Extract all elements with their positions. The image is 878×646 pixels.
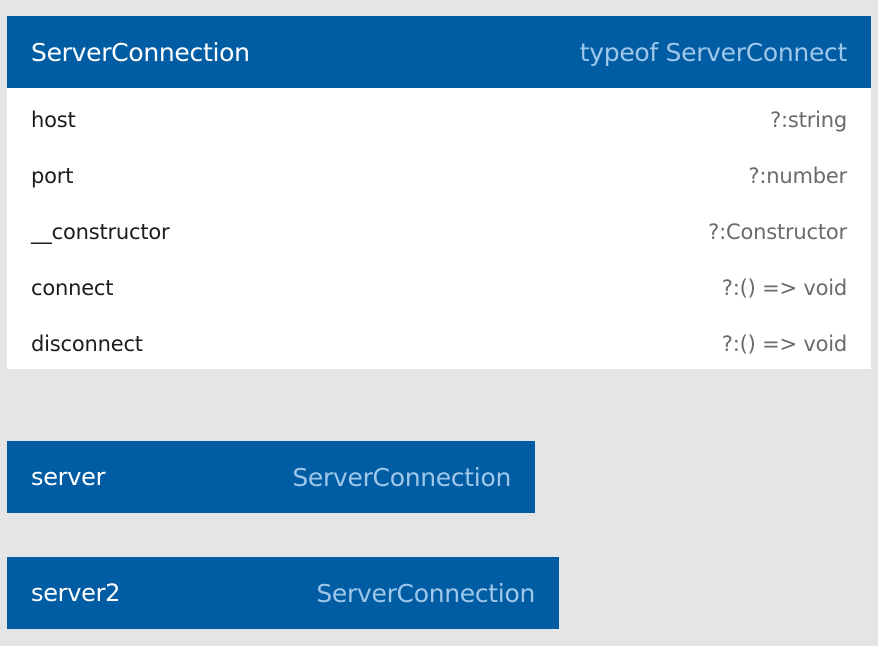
member-name: __constructor [31, 220, 170, 244]
instance-name: server [31, 463, 106, 491]
class-type: typeof ServerConnect [579, 37, 848, 67]
member-type: ?:string [770, 108, 847, 132]
member-name: host [31, 108, 76, 132]
member-name: connect [31, 276, 114, 300]
instance-type: ServerConnection [292, 462, 511, 492]
member-type: ?:Constructor [708, 220, 847, 244]
instance-box-server2: server2 ServerConnection [7, 557, 559, 629]
member-type: ?:() => void [721, 332, 847, 356]
class-name: ServerConnection [31, 37, 250, 67]
member-name: port [31, 164, 74, 188]
member-row-connect: connect ?:() => void [7, 260, 871, 316]
class-header: ServerConnection typeof ServerConnect [7, 16, 871, 88]
instance-box-server: server ServerConnection [7, 441, 535, 513]
member-name: disconnect [31, 332, 143, 356]
member-type: ?:() => void [721, 276, 847, 300]
instance-type: ServerConnection [316, 578, 535, 608]
member-row-disconnect: disconnect ?:() => void [7, 316, 871, 372]
class-box-server-connection: ServerConnection typeof ServerConnect ho… [7, 16, 871, 369]
member-row-host: host ?:string [7, 92, 871, 148]
member-type: ?:number [748, 164, 847, 188]
member-row-constructor: __constructor ?:Constructor [7, 204, 871, 260]
member-row-port: port ?:number [7, 148, 871, 204]
member-list: host ?:string port ?:number __constructo… [7, 88, 871, 372]
instance-name: server2 [31, 579, 121, 607]
